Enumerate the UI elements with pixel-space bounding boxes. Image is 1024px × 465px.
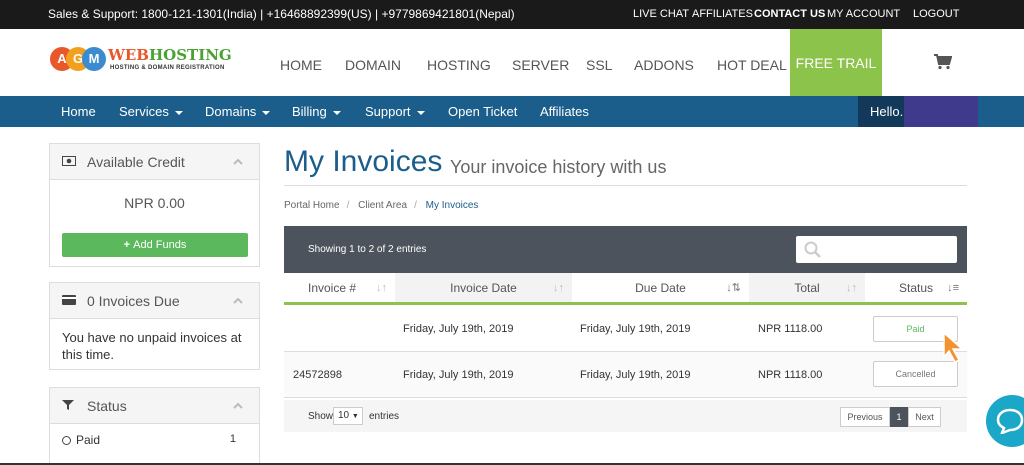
entries-label: entries [369,411,400,422]
client-nav-support[interactable]: Support [365,104,425,119]
chevron-down-icon [332,110,341,115]
search-icon [804,241,821,258]
client-nav-billing[interactable]: Billing [292,104,341,119]
chevron-down-icon [262,110,271,115]
show-label: Show [308,411,334,422]
logo-wordmark: WEBHOSTING [108,46,232,64]
invoice-total: NPR 1118.00 [758,369,823,381]
pointer-cursor-icon [943,331,964,363]
username-redacted [904,96,978,127]
breadcrumb-portal-home[interactable]: Portal Home [284,200,340,211]
column-status[interactable]: Status ↓≡ [865,273,967,305]
panel-title: Available Credit [87,154,185,170]
caret-down-icon: ▼ [351,413,359,420]
chevron-down-icon [416,110,425,115]
user-menu[interactable]: Hello. [858,96,978,127]
previous-page-button[interactable]: Previous [840,407,890,427]
top-bar: Sales & Support: 1800-121-1301(India) | … [0,0,1024,29]
client-nav-services[interactable]: Services [119,104,183,119]
sort-icon: ↓↑ [553,282,564,294]
client-nav-affiliates[interactable]: Affiliates [540,104,589,119]
free-trail-button[interactable]: FREE TRAIL [790,29,882,96]
page-length-select[interactable]: 10 ▼ [333,407,363,425]
live-chat-link[interactable]: LIVE CHAT [633,8,689,20]
status-filter-label: Paid [76,433,101,447]
site-header: A G M WEBHOSTING HOSTING & DOMAIN REGIST… [0,29,1024,96]
status-badge[interactable]: Cancelled [873,361,958,387]
column-due-date[interactable]: Due Date ↓⇅ [572,273,749,305]
status-filter-panel: Status Paid 1 [49,387,260,465]
table-footer: Show 10 ▼ entries Previous 1 Next [284,400,967,432]
page-subtitle: Your invoice history with us [450,157,667,177]
column-invoice-number[interactable]: Invoice # ↓↑ [284,273,395,305]
nav-domain[interactable]: DOMAIN [345,57,401,73]
cart-icon[interactable] [934,54,952,70]
logo-letter-m: M [82,47,106,71]
breadcrumb-my-invoices: My Invoices [425,200,479,211]
due-date: Friday, July 19th, 2019 [580,323,691,335]
status-filter-paid[interactable]: Paid 1 [62,433,248,447]
filter-icon [62,400,74,410]
support-contact: Sales & Support: 1800-121-1301(India) | … [48,7,515,21]
divider [284,185,967,186]
add-funds-button[interactable]: + Add Funds [62,233,248,257]
logo-tagline: HOSTING & DOMAIN REGISTRATION [110,65,225,71]
invoice-date: Friday, July 19th, 2019 [403,323,514,335]
nav-server[interactable]: SERVER [512,57,569,73]
chevron-down-icon [174,110,183,115]
page-1-button[interactable]: 1 [890,407,908,427]
client-nav-home[interactable]: Home [61,104,96,119]
chevron-up-icon[interactable] [233,157,243,167]
sort-asc-icon: ↓⇅ [726,282,741,294]
table-row[interactable]: Friday, July 19th, 2019 Friday, July 19t… [284,306,967,352]
chevron-up-icon[interactable] [233,296,243,306]
nav-hot-deal[interactable]: HOT DEAL [717,57,787,73]
panel-title: 0 Invoices Due [87,293,180,309]
my-account-link[interactable]: MY ACCOUNT [827,8,900,20]
panel-title: Status [87,398,127,414]
affiliates-link[interactable]: AFFILIATES [692,8,753,20]
invoices-due-panel: 0 Invoices Due You have no unpaid invoic… [49,282,260,370]
radio-icon [62,436,71,446]
live-chat-button[interactable] [986,395,1024,447]
nav-ssl[interactable]: SSL [586,57,612,73]
sort-icon: ↓↑ [846,282,857,294]
column-invoice-date[interactable]: Invoice Date ↓↑ [395,273,572,305]
table-search-input[interactable] [796,236,957,263]
no-invoices-message: You have no unpaid invoices at this time… [62,330,242,362]
breadcrumb-client-area[interactable]: Client Area [358,200,407,211]
due-date: Friday, July 19th, 2019 [580,369,691,381]
logo[interactable]: A G M WEBHOSTING HOSTING & DOMAIN REGIST… [50,43,232,79]
breadcrumb: Portal Home / Client Area / My Invoices [284,200,479,211]
invoice-total: NPR 1118.00 [758,323,823,335]
nav-addons[interactable]: ADDONS [634,57,694,73]
nav-home[interactable]: HOME [280,57,322,73]
entries-info: Showing 1 to 2 of 2 entries [308,244,427,255]
table-row[interactable]: 24572898 Friday, July 19th, 2019 Friday,… [284,352,967,398]
client-nav: Home Services Domains Billing Support Op… [0,96,1024,127]
client-nav-domains[interactable]: Domains [205,104,271,119]
available-credit-panel: Available Credit NPR 0.00 + Add Funds [49,143,260,267]
credit-amount: NPR 0.00 [124,195,185,211]
hello-label: Hello. [870,104,904,119]
client-nav-open-ticket[interactable]: Open Ticket [448,104,517,119]
nav-hosting[interactable]: HOSTING [427,57,491,73]
column-total[interactable]: Total ↓↑ [749,273,865,305]
credit-card-icon [62,295,76,305]
money-icon [62,156,76,166]
next-page-button[interactable]: Next [908,407,941,427]
table-header: Invoice # ↓↑ Invoice Date ↓↑ Due Date ↓⇅ To… [284,273,967,305]
sort-desc-icon: ↓≡ [947,282,959,294]
chevron-up-icon[interactable] [233,401,243,411]
logout-link[interactable]: LOGOUT [913,8,959,20]
status-filter-count: 1 [229,433,236,445]
invoice-date: Friday, July 19th, 2019 [403,369,514,381]
contact-us-link[interactable]: CONTACT US [754,8,825,20]
chat-bubble-icon [996,408,1024,434]
page-title: My Invoices [284,145,443,178]
invoice-number: 24572898 [293,369,342,381]
plus-icon: + [123,239,134,251]
table-toolbar: Showing 1 to 2 of 2 entries [284,226,967,273]
sort-icon: ↓↑ [376,282,387,294]
